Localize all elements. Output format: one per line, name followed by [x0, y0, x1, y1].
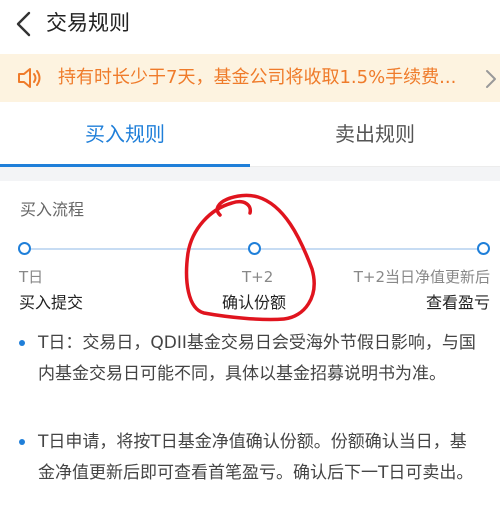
- tab-buy-rules[interactable]: 买入规则: [0, 102, 250, 166]
- header-bar: 交易规则: [0, 0, 500, 50]
- page-title: 交易规则: [46, 11, 130, 35]
- bullet-dot: [19, 439, 25, 445]
- step-2-day: T+2: [242, 268, 274, 286]
- speaker-icon: [16, 65, 46, 91]
- process-node-3: [477, 242, 490, 255]
- step-1-day: T日: [19, 268, 44, 286]
- back-arrow-icon[interactable]: [10, 9, 40, 39]
- process-node-1: [18, 242, 31, 255]
- rule-note-2: T日申请，将按T日基金净值确认份额。份额确认当日，基金净值更新后即可查看首笔盈亏…: [38, 432, 474, 483]
- step-3-action: 查看盈亏: [425, 293, 490, 312]
- fee-notice-bar[interactable]: 持有时长少于7天，基金公司将收取1.5%手续费...: [0, 54, 500, 102]
- step-3-day: T+2当日净值更新后: [353, 268, 490, 286]
- step-1-action: 买入提交: [19, 293, 84, 312]
- tab-sell-rules[interactable]: 卖出规则: [250, 102, 500, 166]
- section-divider: [0, 167, 500, 181]
- chevron-right-icon[interactable]: [482, 68, 500, 90]
- process-node-2: [248, 242, 261, 255]
- bullet-dot: [19, 340, 25, 346]
- step-2-action: 确认份额: [222, 293, 287, 312]
- rule-note-1: T日：交易日，QDII基金交易日会受海外节假日影响，与国内基金交易日可能不同，具…: [38, 333, 476, 384]
- notice-text: 持有时长少于7天，基金公司将收取1.5%手续费...: [58, 67, 457, 88]
- process-title: 买入流程: [20, 200, 85, 219]
- rule-tabs: 买入规则 卖出规则: [0, 102, 500, 167]
